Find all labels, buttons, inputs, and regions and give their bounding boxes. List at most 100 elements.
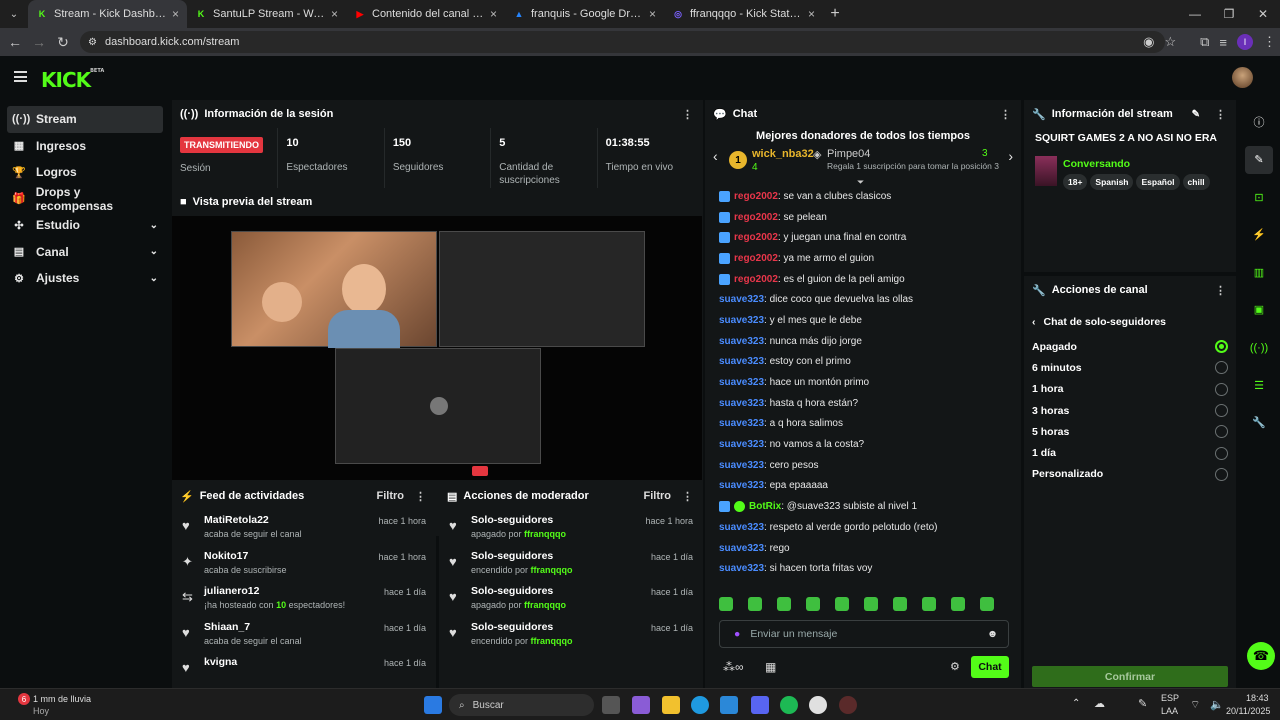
emote-icon[interactable] — [922, 597, 936, 611]
follower-duration-option[interactable]: 5 horas — [1024, 421, 1236, 442]
feed-user[interactable]: Shiaan_7 — [204, 621, 302, 633]
emote-icon[interactable] — [893, 597, 907, 611]
obs-icon[interactable] — [839, 696, 857, 714]
donor-name[interactable]: Pimpe04 — [827, 148, 870, 160]
radio-button[interactable] — [1215, 361, 1228, 375]
bookmark-star-icon[interactable]: ☆ — [1164, 34, 1176, 50]
lang-top[interactable]: ESP — [1161, 693, 1179, 703]
feed-user[interactable]: kvigna — [204, 656, 237, 668]
forward-icon[interactable]: → — [27, 34, 51, 50]
mod-menu-icon[interactable]: ⋮ — [682, 490, 693, 503]
chat-input[interactable]: ● Enviar un mensaje ☻ — [719, 620, 1009, 648]
store-icon[interactable]: ▦ — [765, 660, 776, 674]
sidebar-item-drops[interactable]: 🎁 Drops y recompensas — [0, 185, 170, 213]
chat-settings-icon[interactable]: ⚙ — [950, 660, 960, 673]
follower-duration-option[interactable]: 1 día — [1024, 442, 1236, 463]
chat-menu-icon[interactable]: ⋮ — [1000, 108, 1011, 121]
discord-icon[interactable] — [751, 696, 769, 714]
radio-button[interactable] — [1215, 382, 1228, 396]
edit-icon[interactable]: ✎ — [1245, 145, 1273, 174]
copilot-icon[interactable] — [632, 696, 650, 714]
tab-search-dropdown-icon[interactable]: ⌄ — [0, 0, 28, 28]
emoji-icon[interactable]: ☻ — [987, 628, 998, 640]
tray-pen-icon[interactable]: ✎ — [1138, 697, 1147, 710]
url-field[interactable]: ⚙ dashboard.kick.com/stream — [80, 31, 1165, 53]
tab-close-icon[interactable]: × — [490, 7, 497, 21]
stream-tag[interactable]: Español — [1136, 174, 1180, 190]
radio-button[interactable] — [1215, 340, 1228, 354]
store-icon[interactable] — [720, 696, 738, 714]
browser-tab[interactable]: ▲ franquis - Google Drive × — [505, 0, 664, 28]
chat-username[interactable]: suave323 — [719, 336, 764, 347]
tab-close-icon[interactable]: × — [649, 7, 656, 21]
follower-duration-option[interactable]: Personalizado — [1024, 464, 1236, 485]
emote-icon[interactable] — [806, 597, 820, 611]
chrome-icon[interactable] — [809, 696, 827, 714]
follower-duration-option[interactable]: Apagado — [1024, 336, 1236, 357]
back-icon[interactable]: ← — [3, 34, 27, 50]
tab-close-icon[interactable]: × — [808, 7, 815, 21]
emote-icon[interactable] — [951, 597, 965, 611]
wifi-icon[interactable]: ⌔ — [1190, 698, 1200, 712]
chat-username[interactable]: suave323 — [719, 522, 764, 533]
chat-username[interactable]: rego2002 — [734, 232, 778, 243]
hamburger-menu-icon[interactable] — [14, 71, 27, 82]
tray-network-icon[interactable]: ☁ — [1094, 697, 1105, 710]
emote-icon[interactable] — [719, 597, 733, 611]
stream-info-menu-icon[interactable]: ⋮ — [1215, 108, 1226, 121]
windows-start-icon[interactable] — [424, 696, 442, 714]
sidebar-item-stream[interactable]: ((·)) Stream — [7, 106, 163, 133]
list-icon[interactable]: ☰ — [1245, 371, 1273, 399]
feed-user[interactable]: julianero12 — [204, 585, 345, 597]
lightning-icon[interactable]: ⚡ — [1245, 221, 1273, 249]
chat-username[interactable]: suave323 — [719, 398, 764, 409]
browser-tab[interactable]: ◎ ffranqqqo - Kick Stats, Analytics × — [664, 0, 823, 28]
radio-button[interactable] — [1215, 404, 1228, 418]
browser-tab[interactable]: ▶ Contenido del canal - YouTube Studio × — [346, 0, 505, 28]
chat-username[interactable]: suave323 — [719, 356, 764, 367]
feed-user[interactable]: MatiRetola22 — [204, 514, 302, 526]
weather-text[interactable]: 1 mm de lluvia — [33, 694, 91, 704]
chat-username[interactable]: suave323 — [719, 315, 764, 326]
taskbar-search[interactable]: ⌕ Buscar — [449, 694, 594, 716]
tab-close-icon[interactable]: × — [331, 7, 338, 21]
send-chat-button[interactable]: Chat — [971, 656, 1009, 678]
emote-icon[interactable] — [835, 597, 849, 611]
chat-username[interactable]: rego2002 — [734, 253, 778, 264]
reload-icon[interactable]: ↻ — [51, 34, 75, 51]
info-icon[interactable]: ⓘ — [1245, 108, 1273, 136]
emote-icon[interactable] — [980, 597, 994, 611]
focus-icon[interactable]: ⊡ — [1245, 183, 1273, 211]
chat-username[interactable]: suave323 — [719, 377, 764, 388]
feed-menu-icon[interactable]: ⋮ — [415, 490, 426, 503]
volume-icon[interactable]: 🔈 — [1210, 698, 1224, 711]
chat-username[interactable]: suave323 — [719, 543, 764, 554]
feed-user[interactable]: Nokito17 — [204, 550, 287, 562]
emote-icon[interactable] — [748, 597, 762, 611]
radio-button[interactable] — [1215, 425, 1228, 439]
microphone-icon[interactable]: ● — [734, 628, 740, 640]
sidebar-item-ajustes[interactable]: ⚙ Ajustes ⌄ — [0, 265, 170, 292]
chat-username[interactable]: rego2002 — [734, 212, 778, 223]
task-view-icon[interactable] — [602, 696, 620, 714]
chat-username[interactable]: suave323 — [719, 460, 764, 471]
follower-duration-option[interactable]: 1 hora — [1024, 379, 1236, 400]
radio-button[interactable] — [1215, 446, 1228, 460]
eye-icon[interactable]: ◉ — [1143, 34, 1154, 50]
chat-icon[interactable]: ▣ — [1245, 296, 1273, 324]
back-to-actions[interactable]: ‹ Chat de solo-seguidores — [1024, 304, 1236, 336]
follower-duration-option[interactable]: 3 horas — [1024, 400, 1236, 421]
mod-filter-button[interactable]: Filtro — [644, 490, 672, 502]
next-arrow-icon[interactable]: › — [1008, 148, 1013, 164]
sidebar-item-estudio[interactable]: ✣ Estudio ⌄ — [0, 212, 170, 239]
file-explorer-icon[interactable] — [662, 696, 680, 714]
browser-tab[interactable]: K SantuLP Stream - Watch Live on Kick × — [187, 0, 346, 28]
browser-tab[interactable]: K Stream - Kick Dashboard × — [28, 0, 187, 28]
sidebar-item-ingresos[interactable]: ▦ Ingresos — [0, 133, 170, 160]
edge-icon[interactable] — [691, 696, 709, 714]
restore-icon[interactable]: ❐ — [1212, 0, 1246, 28]
radio-button[interactable] — [1215, 467, 1228, 481]
infinity-icon[interactable]: ⁂∞ — [723, 660, 744, 674]
site-info-icon[interactable]: ⚙ — [88, 37, 97, 48]
follower-duration-option[interactable]: 6 minutos — [1024, 357, 1236, 378]
